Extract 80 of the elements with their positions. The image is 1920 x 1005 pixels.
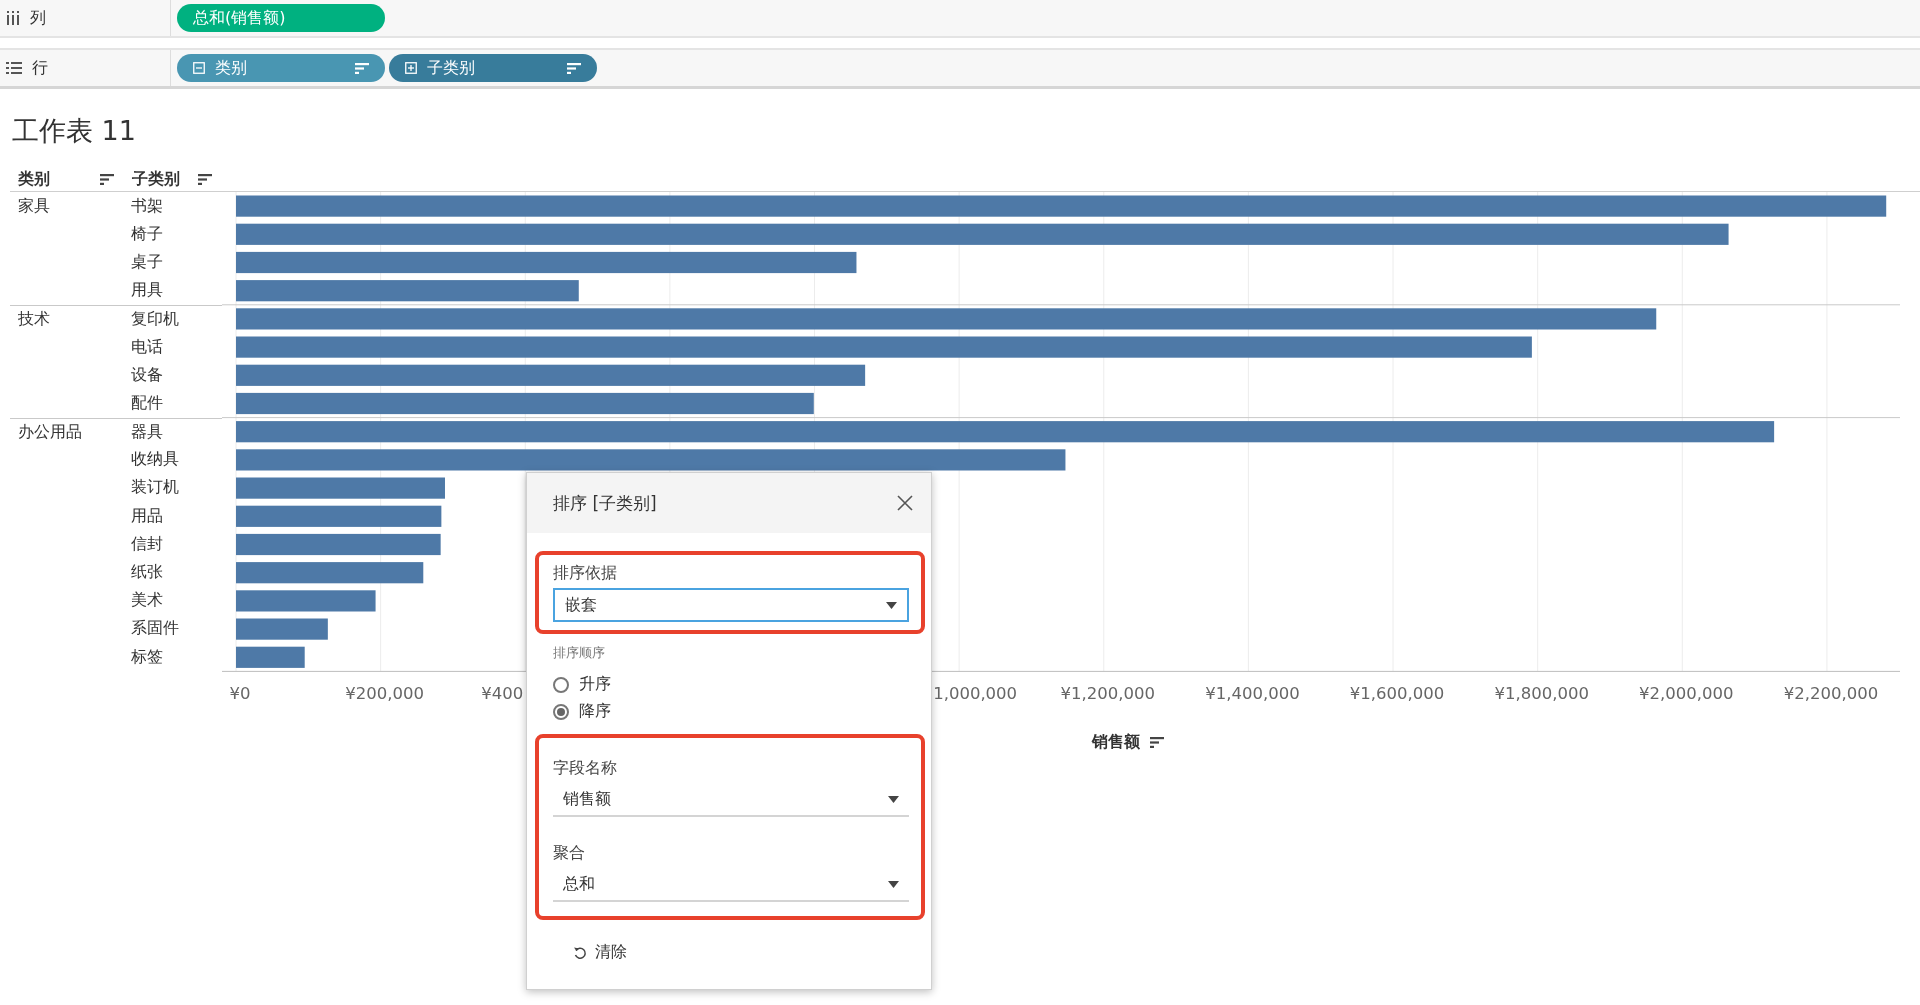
axis-tick-label: 1,000,000 — [933, 684, 1018, 704]
collapse-icon[interactable] — [193, 62, 205, 74]
field-label: 聚合 — [553, 843, 586, 864]
subcategory-label: 装订机 — [131, 477, 179, 499]
subcategory-label: 电话 — [131, 336, 163, 358]
subcategory-label: 美术 — [131, 590, 163, 612]
field-label: 排序依据 — [553, 563, 618, 584]
sort-icon[interactable] — [198, 173, 212, 185]
category-label: 办公用品 — [18, 421, 82, 443]
subcategory-label: 桌子 — [131, 251, 163, 273]
radio-label[interactable]: 升序 — [579, 674, 611, 695]
clear-button[interactable]: 清除 — [569, 938, 631, 967]
caret-icon — [888, 880, 899, 888]
columns-icon — [6, 11, 20, 25]
subcategory-label: 器具 — [131, 421, 163, 443]
sort-icon[interactable] — [100, 173, 114, 185]
dialog-title: 排序 [子类别] — [553, 491, 657, 515]
axis-tick-label: ¥200,000 — [345, 684, 424, 704]
subcategory-label: 设备 — [131, 364, 163, 386]
subcategory-label: 椅子 — [131, 223, 163, 245]
caret-icon — [886, 601, 897, 609]
dropdown[interactable]: 销售额 — [553, 783, 909, 817]
category-label: 家具 — [18, 195, 50, 217]
radio-label[interactable]: 降序 — [579, 701, 611, 722]
axis-tick-label: ¥2,200,000 — [1783, 684, 1879, 704]
group-label: 排序顺序 — [553, 644, 606, 662]
close-icon[interactable] — [897, 495, 913, 511]
axis-tick-label: ¥0 — [229, 684, 251, 704]
category-label: 技术 — [18, 308, 50, 330]
bar[interactable] — [236, 421, 1775, 443]
subcategory-label: 书架 — [131, 195, 163, 217]
bar[interactable] — [236, 392, 814, 415]
bar[interactable] — [236, 195, 1887, 217]
bar[interactable] — [236, 533, 441, 556]
bar[interactable] — [236, 590, 376, 612]
axis-tick-label: ¥1,800,000 — [1494, 684, 1589, 704]
subcategory-label: 信封 — [131, 533, 163, 555]
field-pill[interactable]: 子类别 — [389, 54, 597, 82]
reset-icon — [573, 945, 587, 960]
subcategory-label: 复印机 — [131, 308, 179, 330]
bar[interactable] — [236, 223, 1729, 245]
field-label: 字段名称 — [553, 758, 618, 779]
axis-tick-label: ¥2,000,000 — [1639, 684, 1734, 704]
axis-tick-label: ¥1,400,000 — [1205, 684, 1300, 704]
bar[interactable] — [236, 562, 424, 584]
sort-icon[interactable] — [1150, 737, 1164, 748]
expand-icon[interactable] — [405, 62, 417, 74]
bar[interactable] — [236, 618, 328, 640]
bar[interactable] — [236, 364, 866, 386]
bar[interactable] — [236, 477, 445, 499]
bar[interactable] — [236, 251, 857, 274]
axis-tick-label: ¥400 — [481, 684, 524, 704]
subcategory-label: 标签 — [131, 646, 163, 668]
subcategory-label: 用具 — [131, 280, 163, 302]
column-header: 子类别 — [132, 168, 180, 190]
caret-icon — [888, 795, 899, 803]
subcategory-label: 纸张 — [131, 562, 163, 584]
dropdown[interactable]: 嵌套 — [553, 588, 909, 622]
shelf-label: 列 — [30, 7, 46, 29]
dropdown[interactable]: 总和 — [553, 868, 909, 902]
subcategory-label: 收纳具 — [131, 449, 179, 471]
radio-button[interactable] — [553, 703, 569, 720]
subcategory-label: 系固件 — [131, 618, 179, 640]
column-header: 类别 — [18, 168, 50, 190]
sort-icon[interactable] — [567, 62, 581, 74]
axis-tick-label: ¥1,600,000 — [1349, 684, 1445, 704]
rows-icon — [6, 61, 22, 75]
bar[interactable] — [236, 280, 579, 302]
bar[interactable] — [236, 505, 442, 527]
radio-button[interactable] — [553, 676, 569, 693]
sheet-title: 工作表 11 — [12, 114, 137, 148]
bar[interactable] — [236, 336, 1532, 358]
shelf-label: 行 — [32, 57, 48, 79]
bar[interactable] — [236, 449, 1066, 471]
bar[interactable] — [236, 308, 1657, 330]
bar[interactable] — [236, 646, 305, 668]
subcategory-label: 配件 — [131, 392, 163, 414]
axis-title: 销售额 — [1092, 732, 1140, 753]
subcategory-label: 用品 — [131, 505, 163, 527]
axis-tick-label: ¥1,200,000 — [1060, 684, 1155, 704]
